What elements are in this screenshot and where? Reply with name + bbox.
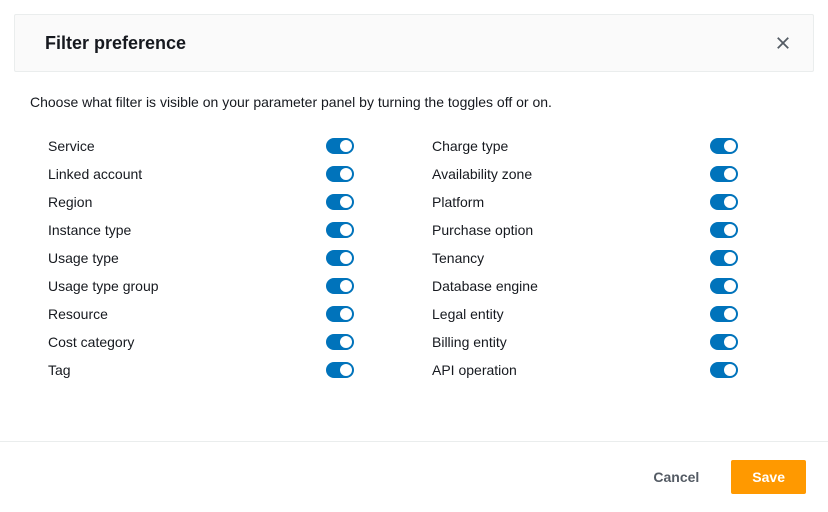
modal-footer: Cancel Save: [0, 441, 828, 512]
filter-preference-modal: Filter preference Choose what filter is …: [0, 0, 828, 512]
close-button[interactable]: [771, 31, 795, 55]
modal-description: Choose what filter is visible on your pa…: [30, 94, 798, 110]
filter-label: Cost category: [48, 334, 134, 350]
filter-toggle[interactable]: [710, 278, 738, 294]
filter-toggle[interactable]: [710, 166, 738, 182]
filter-label: Resource: [48, 306, 108, 322]
filter-row: Availability zone: [432, 166, 798, 182]
filter-toggle[interactable]: [326, 166, 354, 182]
filter-label: Charge type: [432, 138, 508, 154]
filter-row: Tag: [48, 362, 414, 378]
filter-row: Service: [48, 138, 414, 154]
filter-row: Tenancy: [432, 250, 798, 266]
filter-columns: Service Linked account Region Instance type…: [30, 138, 798, 378]
modal-header: Filter preference: [14, 14, 814, 72]
filter-label: Billing entity: [432, 334, 507, 350]
filter-row: Database engine: [432, 278, 798, 294]
filter-toggle[interactable]: [710, 362, 738, 378]
filter-row: API operation: [432, 362, 798, 378]
filter-toggle[interactable]: [326, 138, 354, 154]
filter-toggle[interactable]: [326, 334, 354, 350]
filter-toggle[interactable]: [710, 194, 738, 210]
cancel-button[interactable]: Cancel: [633, 461, 719, 493]
filter-label: Usage type group: [48, 278, 159, 294]
filter-toggle[interactable]: [710, 250, 738, 266]
filter-label: Usage type: [48, 250, 119, 266]
filter-toggle[interactable]: [326, 250, 354, 266]
filter-row: Billing entity: [432, 334, 798, 350]
filter-toggle[interactable]: [710, 306, 738, 322]
filter-label: Availability zone: [432, 166, 532, 182]
filter-toggle[interactable]: [326, 306, 354, 322]
modal-body: Choose what filter is visible on your pa…: [0, 72, 828, 441]
filter-row: Platform: [432, 194, 798, 210]
filter-column-right: Charge type Availability zone Platform Purc…: [414, 138, 798, 378]
filter-row: Legal entity: [432, 306, 798, 322]
filter-toggle[interactable]: [710, 222, 738, 238]
close-icon: [776, 36, 790, 50]
filter-toggle[interactable]: [326, 362, 354, 378]
filter-toggle[interactable]: [710, 334, 738, 350]
save-button[interactable]: Save: [731, 460, 806, 494]
filter-column-left: Service Linked account Region Instance type…: [30, 138, 414, 378]
filter-label: API operation: [432, 362, 517, 378]
filter-label: Linked account: [48, 166, 142, 182]
filter-label: Platform: [432, 194, 484, 210]
filter-row: Region: [48, 194, 414, 210]
filter-row: Usage type group: [48, 278, 414, 294]
filter-row: Linked account: [48, 166, 414, 182]
filter-label: Instance type: [48, 222, 131, 238]
filter-label: Tenancy: [432, 250, 484, 266]
filter-toggle[interactable]: [710, 138, 738, 154]
filter-toggle[interactable]: [326, 278, 354, 294]
filter-row: Instance type: [48, 222, 414, 238]
filter-row: Usage type: [48, 250, 414, 266]
filter-row: Cost category: [48, 334, 414, 350]
filter-label: Purchase option: [432, 222, 533, 238]
filter-label: Service: [48, 138, 95, 154]
filter-label: Database engine: [432, 278, 538, 294]
filter-row: Purchase option: [432, 222, 798, 238]
filter-label: Tag: [48, 362, 71, 378]
filter-label: Legal entity: [432, 306, 504, 322]
filter-row: Charge type: [432, 138, 798, 154]
modal-title: Filter preference: [45, 33, 186, 54]
filter-toggle[interactable]: [326, 194, 354, 210]
filter-row: Resource: [48, 306, 414, 322]
filter-toggle[interactable]: [326, 222, 354, 238]
filter-label: Region: [48, 194, 92, 210]
